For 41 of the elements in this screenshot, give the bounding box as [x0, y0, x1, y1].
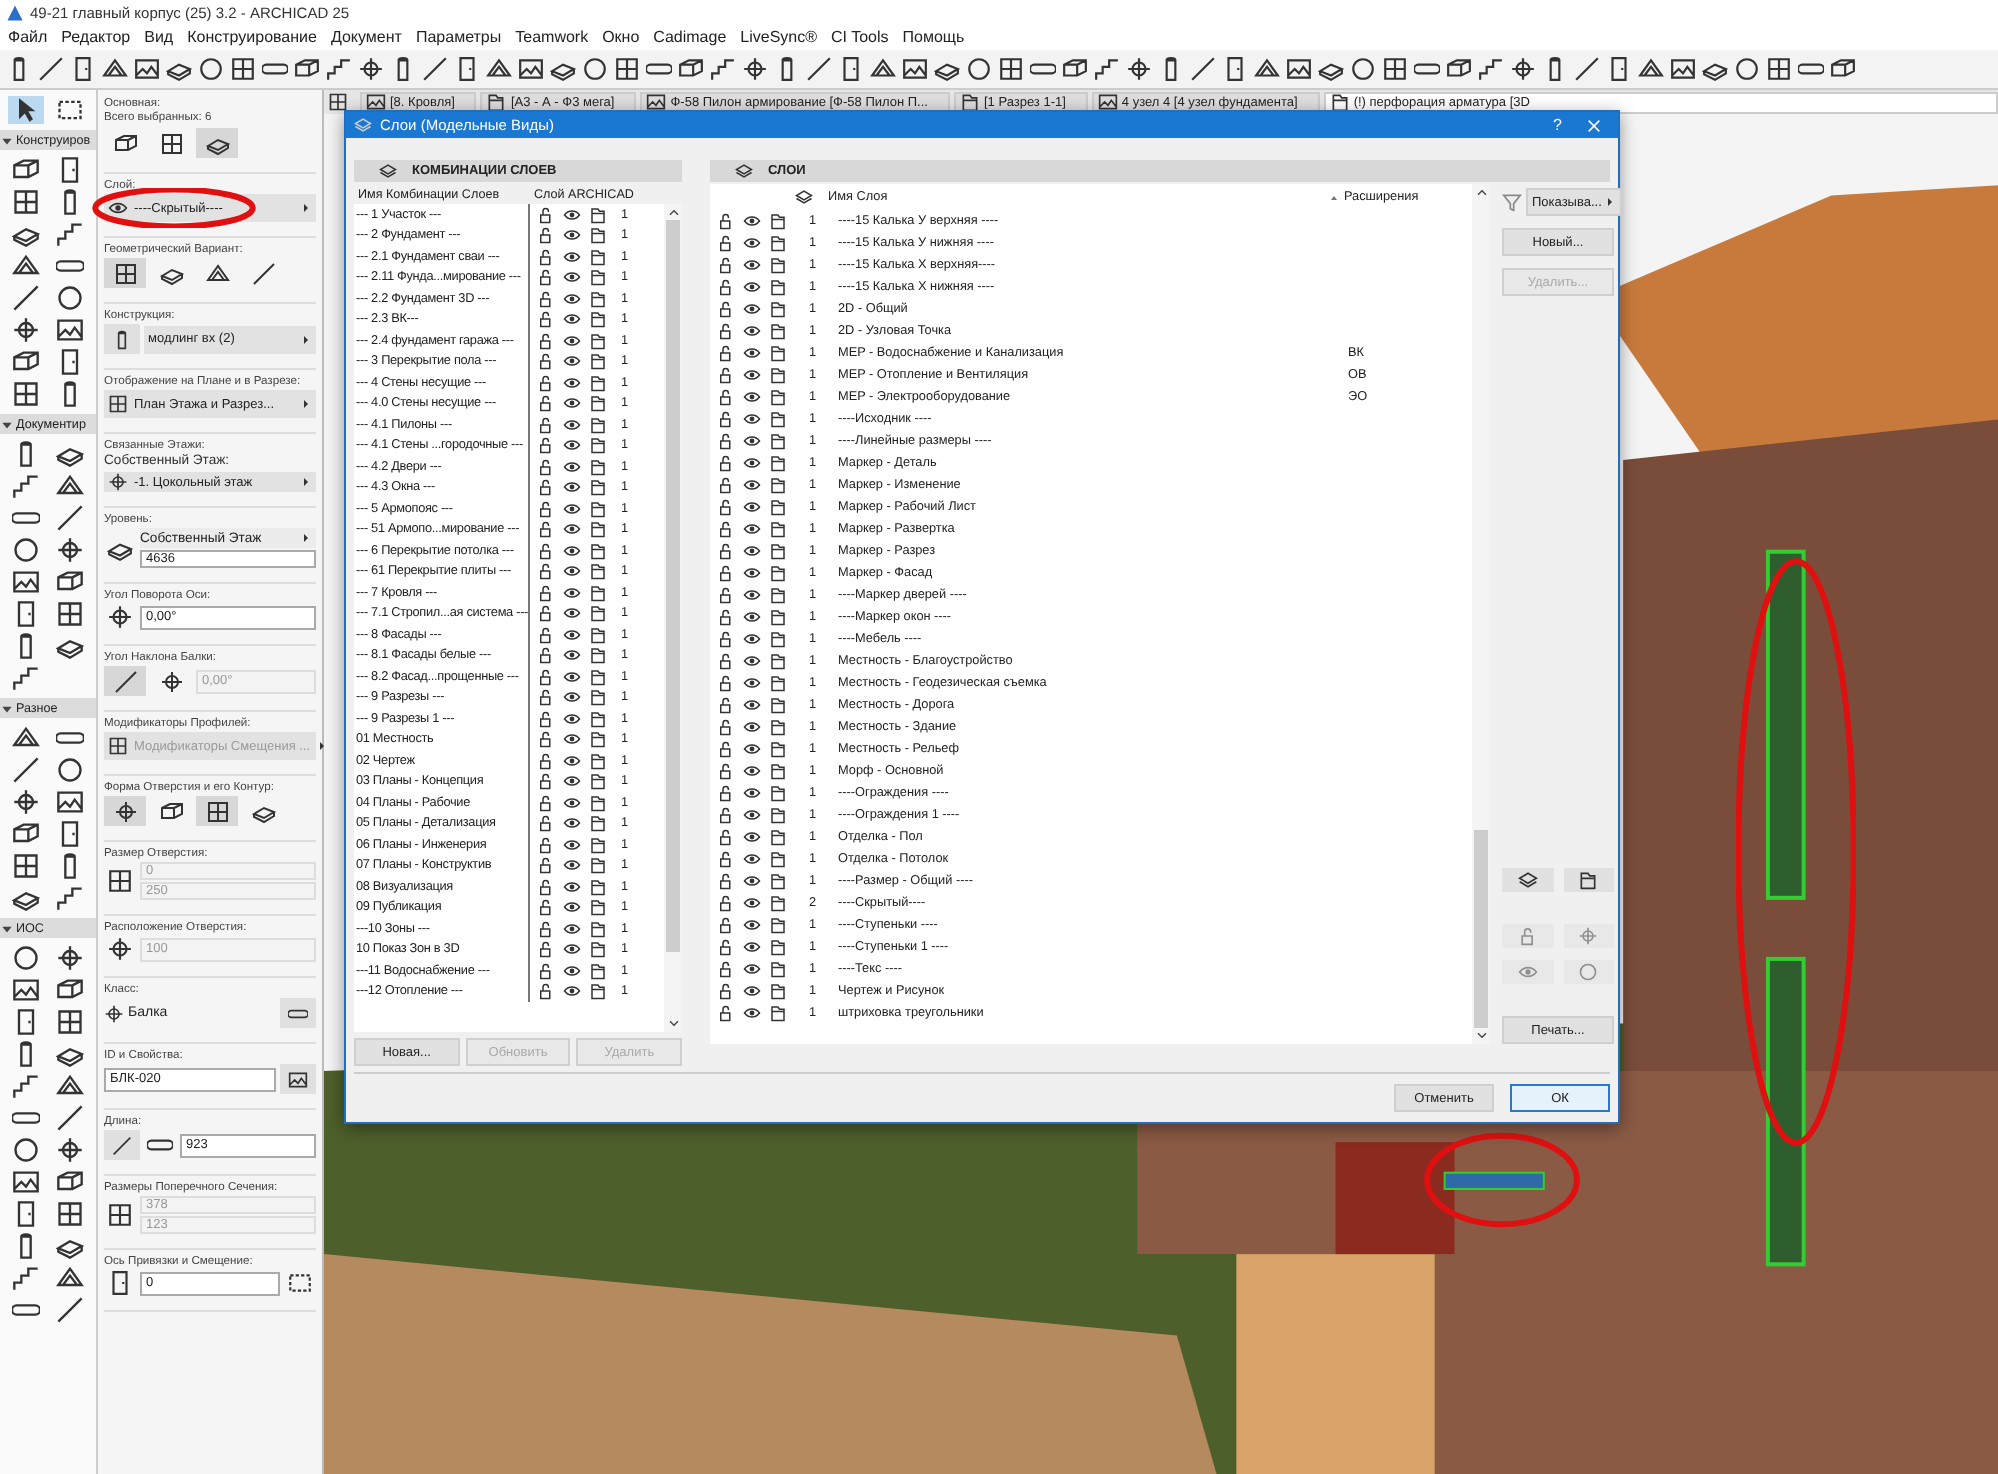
profile-button[interactable]	[104, 324, 140, 354]
menu-item[interactable]: Документ	[330, 28, 402, 46]
menu-item[interactable]: CI Tools	[831, 28, 889, 46]
class-button[interactable]	[280, 998, 316, 1028]
menu-item[interactable]: Файл	[8, 28, 48, 46]
menu-item[interactable]: Конструирование	[187, 28, 317, 46]
caret-icon	[300, 532, 312, 544]
scrollbar[interactable]	[1472, 184, 1490, 1044]
length-mode-button[interactable]	[104, 1130, 140, 1160]
help-button[interactable]: ?	[1537, 116, 1578, 134]
caret-icon	[1603, 196, 1616, 208]
collapse-triangle-icon	[0, 701, 14, 715]
menu-item[interactable]: Окно	[602, 28, 640, 46]
menu-item[interactable]: Вид	[144, 28, 174, 46]
menu-item[interactable]: Teamwork	[515, 28, 589, 46]
caret-icon	[300, 398, 312, 410]
icon-button[interactable]	[1502, 868, 1553, 892]
collapse-triangle-icon	[0, 417, 14, 431]
menu-item[interactable]: Редактор	[61, 28, 131, 46]
caret-icon	[300, 202, 312, 214]
option-button[interactable]	[196, 796, 238, 826]
caret-icon	[300, 333, 312, 345]
icon-button[interactable]	[1563, 868, 1614, 892]
caret-icon	[300, 476, 312, 488]
collapse-triangle-icon	[0, 133, 14, 147]
app-icon	[6, 3, 24, 21]
menu-item[interactable]: LiveSync®	[740, 28, 817, 46]
sort-icon	[1328, 191, 1340, 203]
menu-item[interactable]: Cadimage	[653, 28, 727, 46]
menu-item[interactable]: Параметры	[415, 28, 502, 46]
option-button[interactable]	[104, 796, 146, 826]
scrollbar[interactable]	[664, 204, 682, 1032]
option-button[interactable]	[196, 128, 238, 158]
collapse-triangle-icon	[0, 921, 14, 935]
menu-item[interactable]: Помощь	[902, 28, 965, 46]
option-button[interactable]	[104, 258, 146, 288]
arrow-tool-icon[interactable]	[8, 96, 44, 124]
caret-icon	[316, 740, 329, 752]
scrollbar-thumb[interactable]	[1474, 829, 1488, 1028]
scrollbar-thumb[interactable]	[666, 220, 680, 953]
properties-button[interactable]	[280, 1064, 316, 1094]
